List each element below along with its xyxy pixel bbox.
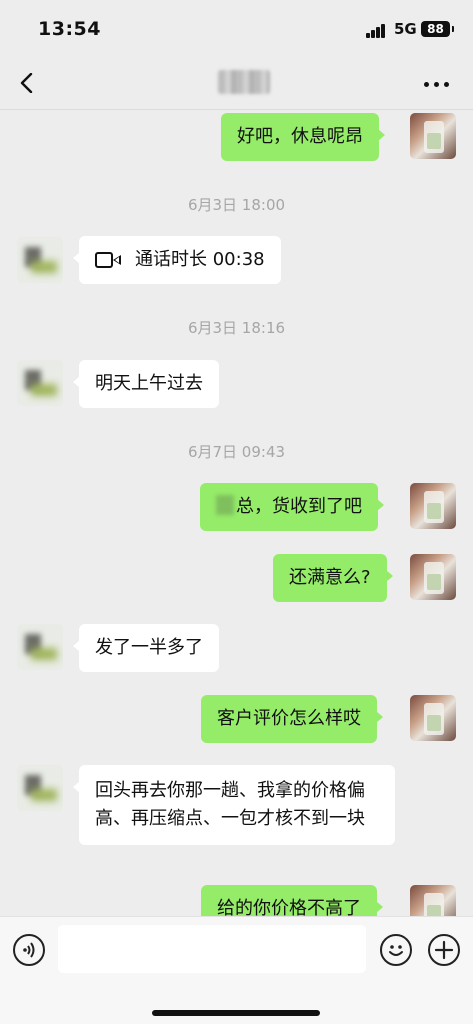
contact-avatar[interactable] — [17, 237, 63, 283]
message-text: 回头再去你那一趟、我拿的价格偏高、再压缩点、一包才核不到一块 — [95, 780, 365, 829]
voice-icon — [23, 942, 35, 958]
chat-header — [0, 56, 473, 110]
message-bubble-received[interactable]: 回头再去你那一趟、我拿的价格偏高、再压缩点、一包才核不到一块 — [73, 765, 395, 845]
message-bubble-sent[interactable]: 还满意么? — [273, 554, 393, 602]
message-bubble-sent[interactable]: 总，货收到了吧 — [200, 483, 384, 531]
video-call-icon — [95, 251, 121, 269]
message-text: 客户评价怎么样哎 — [217, 708, 361, 729]
more-dots-icon[interactable] — [424, 82, 450, 88]
message-input[interactable] — [58, 925, 366, 973]
chat-message-list[interactable]: 好吧，休息呢昂 6月3日 18:00 通话时长 00:38 6月3日 18:16… — [0, 111, 473, 916]
message-bubble-received[interactable]: 明天上午过去 — [73, 360, 219, 408]
message-bubble-received[interactable]: 发了一半多了 — [73, 624, 219, 672]
my-avatar[interactable] — [410, 695, 456, 741]
plus-icon — [434, 940, 454, 960]
my-avatar[interactable] — [410, 483, 456, 529]
status-bar: 13:54 5G 88 — [0, 0, 473, 56]
message-timestamp: 6月3日 18:00 — [187, 196, 286, 214]
message-bubble-sent[interactable]: 给的你价格不高了 — [201, 885, 383, 916]
network-type: 5G — [394, 20, 417, 38]
emoji-icon — [389, 945, 403, 956]
message-bubble-sent[interactable]: 客户评价怎么样哎 — [201, 695, 383, 743]
call-duration-text: 通话时长 00:38 — [135, 249, 265, 270]
message-bubble-sent[interactable]: 好吧，休息呢昂 — [221, 113, 385, 161]
contact-name-blurred[interactable] — [218, 70, 270, 94]
voice-input-button[interactable] — [13, 934, 45, 966]
message-text: 发了一半多了 — [95, 637, 203, 658]
my-avatar[interactable] — [410, 113, 456, 159]
contact-avatar[interactable] — [17, 624, 63, 670]
message-timestamp: 6月3日 18:16 — [187, 319, 286, 337]
contact-avatar[interactable] — [17, 765, 63, 811]
my-avatar[interactable] — [410, 554, 456, 600]
status-time: 13:54 — [38, 18, 101, 40]
message-text: 给的你价格不高了 — [217, 898, 361, 916]
message-text: 还满意么? — [289, 567, 371, 588]
my-avatar[interactable] — [410, 885, 456, 916]
signal-icon — [366, 24, 386, 38]
redacted-text — [216, 495, 234, 515]
battery-icon: 88 — [421, 21, 454, 37]
message-text: 总，货收到了吧 — [236, 496, 362, 517]
chevron-left-icon[interactable] — [18, 73, 38, 93]
emoji-button[interactable] — [380, 934, 412, 966]
more-actions-button[interactable] — [428, 934, 460, 966]
message-timestamp: 6月7日 09:43 — [187, 443, 286, 461]
call-record-bubble[interactable]: 通话时长 00:38 — [73, 236, 281, 284]
chat-input-bar — [0, 916, 473, 1024]
contact-avatar[interactable] — [17, 360, 63, 406]
home-indicator — [152, 1010, 320, 1016]
message-text: 好吧，休息呢昂 — [237, 126, 363, 147]
message-text: 明天上午过去 — [95, 373, 203, 394]
